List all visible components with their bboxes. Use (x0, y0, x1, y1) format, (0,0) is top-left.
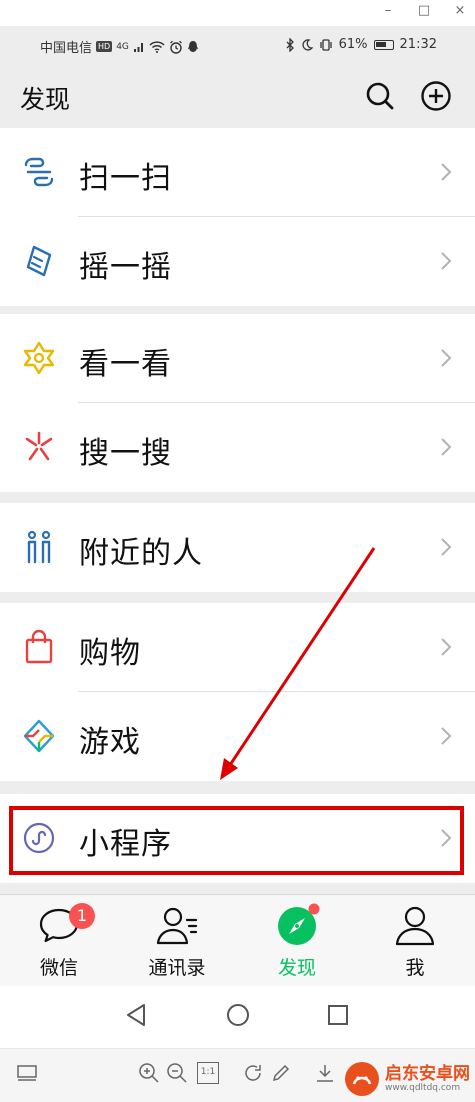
tab-discover[interactable]: 发现 (238, 895, 356, 987)
tab-contacts[interactable]: 通讯录 (118, 895, 236, 987)
home-icon[interactable] (226, 1003, 250, 1027)
screen-icon[interactable] (16, 1062, 38, 1084)
zoom-out-icon[interactable] (166, 1062, 188, 1084)
tab-label: 发现 (277, 957, 316, 979)
tab-me[interactable]: 我 (356, 895, 474, 987)
recents-icon[interactable] (327, 1004, 349, 1026)
contacts-icon (156, 907, 198, 945)
tab-label: 通讯录 (148, 957, 206, 979)
new-dot-icon (308, 903, 320, 915)
actual-size-button[interactable]: 1:1 (197, 1062, 219, 1084)
unread-badge: 1 (69, 903, 95, 929)
zoom-in-icon[interactable] (138, 1062, 160, 1084)
watermark-logo (345, 1062, 379, 1096)
back-icon[interactable] (124, 1002, 148, 1028)
watermark-brand: 启东安卓网 (385, 1064, 470, 1084)
watermark: 启东安卓网 www.qdltdq.com (345, 1058, 470, 1100)
watermark-url: www.qdltdq.com (385, 1083, 461, 1093)
watermark-text: 启东安卓网 www.qdltdq.com (385, 1065, 470, 1093)
person-icon (395, 906, 435, 946)
edit-icon[interactable] (270, 1062, 292, 1084)
tab-bar: 1 微信 通讯录 发现 我 (0, 894, 475, 986)
tab-chats[interactable]: 1 微信 (0, 895, 118, 987)
tab-label: 我 (405, 957, 425, 979)
rotate-icon[interactable] (242, 1062, 264, 1084)
system-nav-bar (0, 986, 475, 1048)
download-icon[interactable] (314, 1062, 336, 1084)
tab-label: 微信 (39, 957, 78, 979)
